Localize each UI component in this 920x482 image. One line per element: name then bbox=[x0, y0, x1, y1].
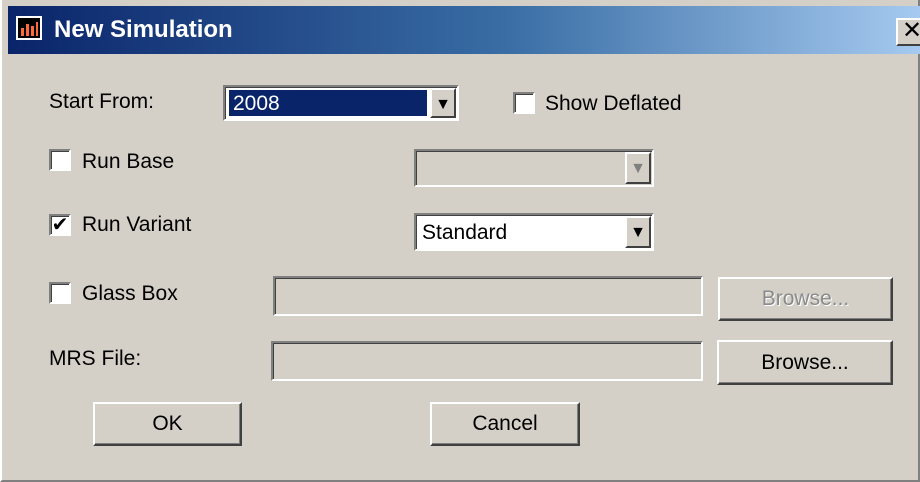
glass-box-checkbox[interactable] bbox=[49, 282, 71, 304]
mrs-file-label: MRS File: bbox=[49, 347, 142, 370]
chevron-down-icon[interactable]: ▼ bbox=[625, 152, 651, 184]
check-icon: ✔ bbox=[51, 214, 69, 236]
close-button[interactable]: ✕ bbox=[896, 18, 920, 46]
show-deflated-checkbox[interactable] bbox=[513, 92, 535, 114]
start-from-value: 2008 bbox=[229, 90, 427, 116]
start-from-label: Start From: bbox=[49, 90, 155, 113]
chevron-down-icon[interactable]: ▼ bbox=[430, 88, 456, 118]
window-title: New Simulation bbox=[54, 16, 233, 43]
run-base-label: Run Base bbox=[82, 150, 175, 173]
start-from-select[interactable]: 2008 ▼ bbox=[223, 85, 459, 121]
show-deflated-label: Show Deflated bbox=[545, 92, 682, 115]
glass-box-browse-button[interactable]: Browse... bbox=[718, 277, 893, 321]
glass-box-path-field[interactable] bbox=[273, 276, 703, 316]
run-base-select[interactable]: ▼ bbox=[414, 149, 654, 187]
chevron-down-icon[interactable]: ▼ bbox=[625, 216, 651, 248]
app-icon bbox=[16, 16, 42, 40]
title-bar[interactable]: New Simulation ✕ bbox=[8, 6, 920, 54]
run-variant-checkbox[interactable]: ✔ bbox=[49, 214, 71, 236]
ok-button[interactable]: OK bbox=[93, 402, 242, 446]
run-base-checkbox[interactable] bbox=[49, 149, 71, 171]
mrs-file-browse-button[interactable]: Browse... bbox=[717, 340, 893, 385]
cancel-button[interactable]: Cancel bbox=[430, 402, 580, 446]
glass-box-label: Glass Box bbox=[82, 282, 178, 305]
run-variant-value: Standard bbox=[422, 221, 508, 244]
new-simulation-dialog: New Simulation ✕ Start From: 2008 ▼ Show… bbox=[0, 0, 920, 482]
close-icon: ✕ bbox=[901, 17, 920, 44]
run-variant-select[interactable]: Standard ▼ bbox=[414, 213, 654, 251]
run-variant-label: Run Variant bbox=[82, 213, 192, 236]
mrs-file-path-field[interactable] bbox=[271, 341, 703, 381]
